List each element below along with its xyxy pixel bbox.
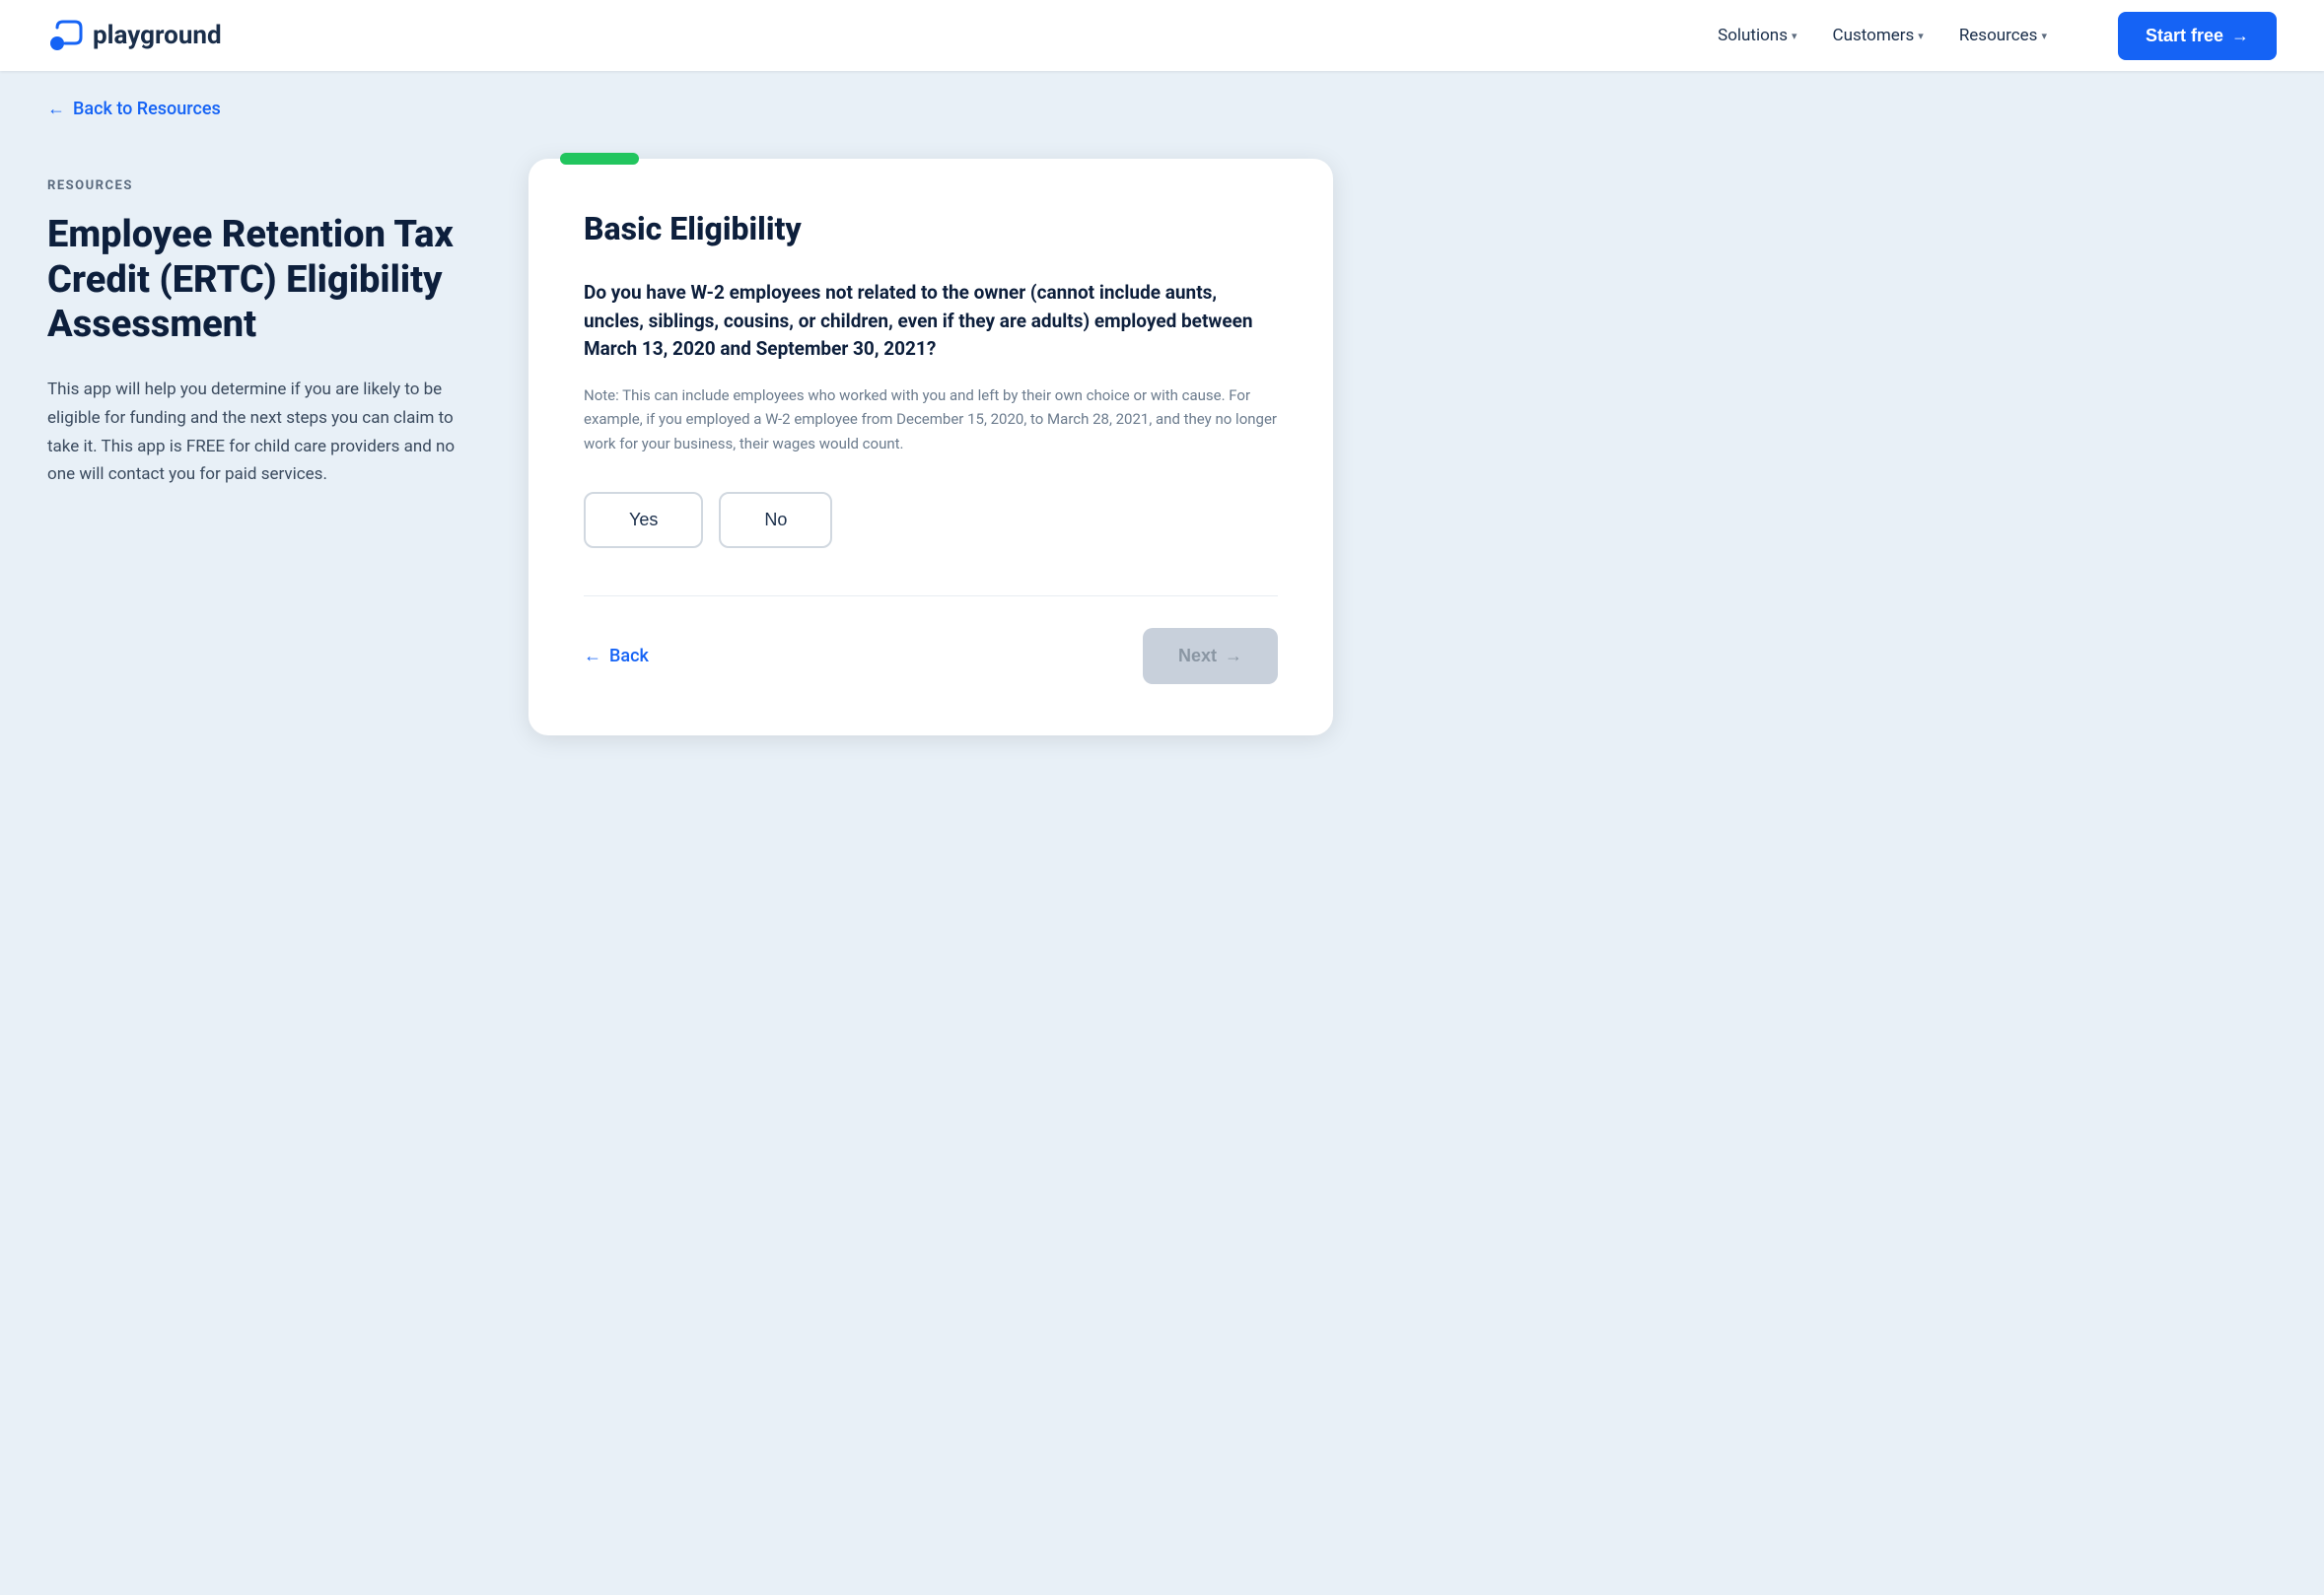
card-back-link[interactable]: ← Back bbox=[584, 646, 649, 666]
start-free-button[interactable]: Start free → bbox=[2118, 12, 2277, 60]
card-note: Note: This can include employees who wor… bbox=[584, 383, 1278, 456]
page-description: This app will help you determine if you … bbox=[47, 376, 481, 490]
back-to-resources-link[interactable]: ← Back to Resources bbox=[47, 99, 221, 119]
card-footer-nav: ← Back Next → bbox=[584, 595, 1278, 684]
answer-buttons: Yes No bbox=[584, 492, 1278, 548]
start-free-arrow-icon: → bbox=[2231, 26, 2249, 46]
back-to-resources-label: Back to Resources bbox=[73, 99, 221, 119]
progress-bar bbox=[560, 153, 639, 165]
main-content: RESOURCES Employee Retention Tax Credit … bbox=[0, 131, 1380, 795]
next-button[interactable]: Next → bbox=[1143, 628, 1278, 684]
back-section: ← Back to Resources bbox=[0, 71, 2324, 131]
nav-links: Solutions ▾ Customers ▾ Resources ▾ Star… bbox=[1718, 12, 2277, 60]
right-panel: Basic Eligibility Do you have W-2 employ… bbox=[528, 159, 1333, 735]
card-back-label: Back bbox=[609, 646, 649, 666]
eligibility-card: Basic Eligibility Do you have W-2 employ… bbox=[528, 159, 1333, 735]
logo-text: playground bbox=[93, 21, 222, 50]
next-label: Next bbox=[1178, 646, 1217, 666]
resources-label: RESOURCES bbox=[47, 178, 481, 193]
card-section-title: Basic Eligibility bbox=[584, 210, 1278, 247]
back-arrow-icon: ← bbox=[47, 99, 65, 119]
nav-resources[interactable]: Resources ▾ bbox=[1959, 26, 2047, 45]
nav-logo[interactable]: playground bbox=[47, 18, 222, 53]
nav-customers[interactable]: Customers ▾ bbox=[1833, 26, 1924, 45]
page-title: Employee Retention Tax Credit (ERTC) Eli… bbox=[47, 213, 481, 348]
answer-yes-button[interactable]: Yes bbox=[584, 492, 703, 548]
card-back-arrow-icon: ← bbox=[584, 646, 601, 666]
nav-solutions[interactable]: Solutions ▾ bbox=[1718, 26, 1796, 45]
next-arrow-icon: → bbox=[1225, 646, 1242, 666]
resources-chevron-icon: ▾ bbox=[2041, 30, 2047, 42]
logo-icon bbox=[47, 18, 83, 53]
customers-chevron-icon: ▾ bbox=[1918, 30, 1924, 42]
solutions-chevron-icon: ▾ bbox=[1792, 30, 1797, 42]
navbar: playground Solutions ▾ Customers ▾ Resou… bbox=[0, 0, 2324, 71]
left-panel: RESOURCES Employee Retention Tax Credit … bbox=[47, 159, 481, 489]
card-question: Do you have W-2 employees not related to… bbox=[584, 279, 1278, 364]
answer-no-button[interactable]: No bbox=[719, 492, 832, 548]
card-body: Basic Eligibility Do you have W-2 employ… bbox=[528, 159, 1333, 735]
